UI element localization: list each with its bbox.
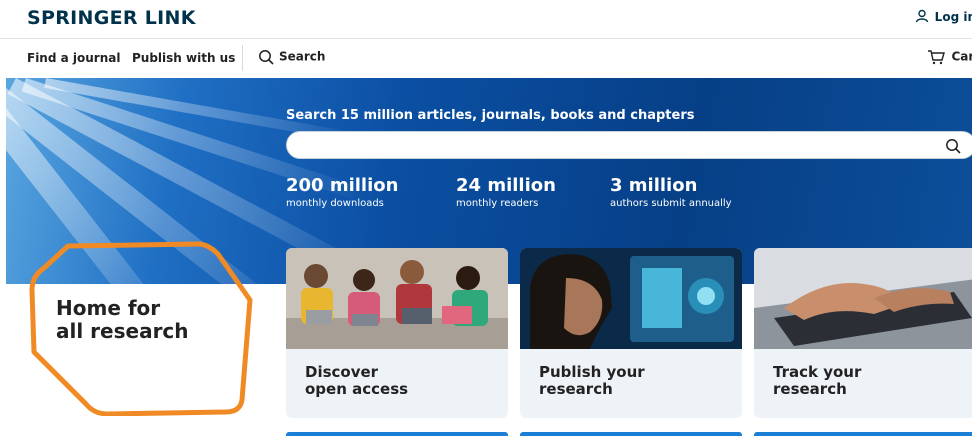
card-title-line-2: open access [305,380,409,398]
stat-label: authors submit annually [610,198,732,209]
stat-readers: 24 million monthly readers [456,175,556,210]
stat-authors: 3 million authors submit annually [610,175,732,210]
card-image-people-laptops [286,248,508,349]
heading-line-2: all research [56,319,189,343]
next-card-edge [286,432,508,436]
card-title: Discover open access [305,364,495,398]
card-title: Track your research [773,364,963,398]
stat-number: 24 million [456,175,556,196]
card-title: Publish your research [539,364,729,398]
stat-downloads: 200 million monthly downloads [286,175,398,210]
cart-link[interactable]: Cart [927,49,972,65]
hero-search-input[interactable] [286,131,972,159]
search-icon [259,50,274,65]
search-icon[interactable] [945,138,961,154]
card-discover-open-access[interactable]: Discover open access [286,248,508,418]
main-nav: Find a journal Publish with us Search Ca… [0,39,972,77]
user-icon [915,9,929,26]
springer-link-logo[interactable]: SPRINGER LINK [27,7,196,29]
card-image-researcher-screen [520,248,742,349]
card-title-line-1: Discover [305,363,379,381]
find-journal-link[interactable]: Find a journal [27,51,120,65]
stat-number: 3 million [610,175,698,196]
nav-search-label: Search [279,49,326,64]
top-header: SPRINGER LINK Log in [0,0,972,38]
login-label: Log in [934,10,972,24]
card-title-line-2: research [773,380,847,398]
stat-label: monthly downloads [286,198,384,209]
login-link[interactable]: Log in [915,9,972,26]
heading-line-1: Home for [56,296,161,320]
publish-with-us-link[interactable]: Publish with us [132,51,235,65]
card-publish-your-research[interactable]: Publish your research [520,248,742,418]
card-title-line-1: Track your [773,363,862,381]
card-title-line-2: research [539,380,613,398]
hero-title: Search 15 million articles, journals, bo… [286,108,695,123]
card-title-line-1: Publish your [539,363,645,381]
cart-icon [928,50,946,65]
home-for-all-research-heading: Home for all research [56,297,189,343]
card-track-your-research[interactable]: Track your research [754,248,972,418]
next-card-edge [520,432,742,436]
stat-number: 200 million [286,175,399,196]
stat-label: monthly readers [456,198,539,209]
nav-separator [242,45,243,71]
card-image-typing-laptop [754,248,972,349]
cart-label: Cart [951,49,972,64]
nav-search-button[interactable]: Search [258,49,325,65]
next-card-edge [754,432,972,436]
